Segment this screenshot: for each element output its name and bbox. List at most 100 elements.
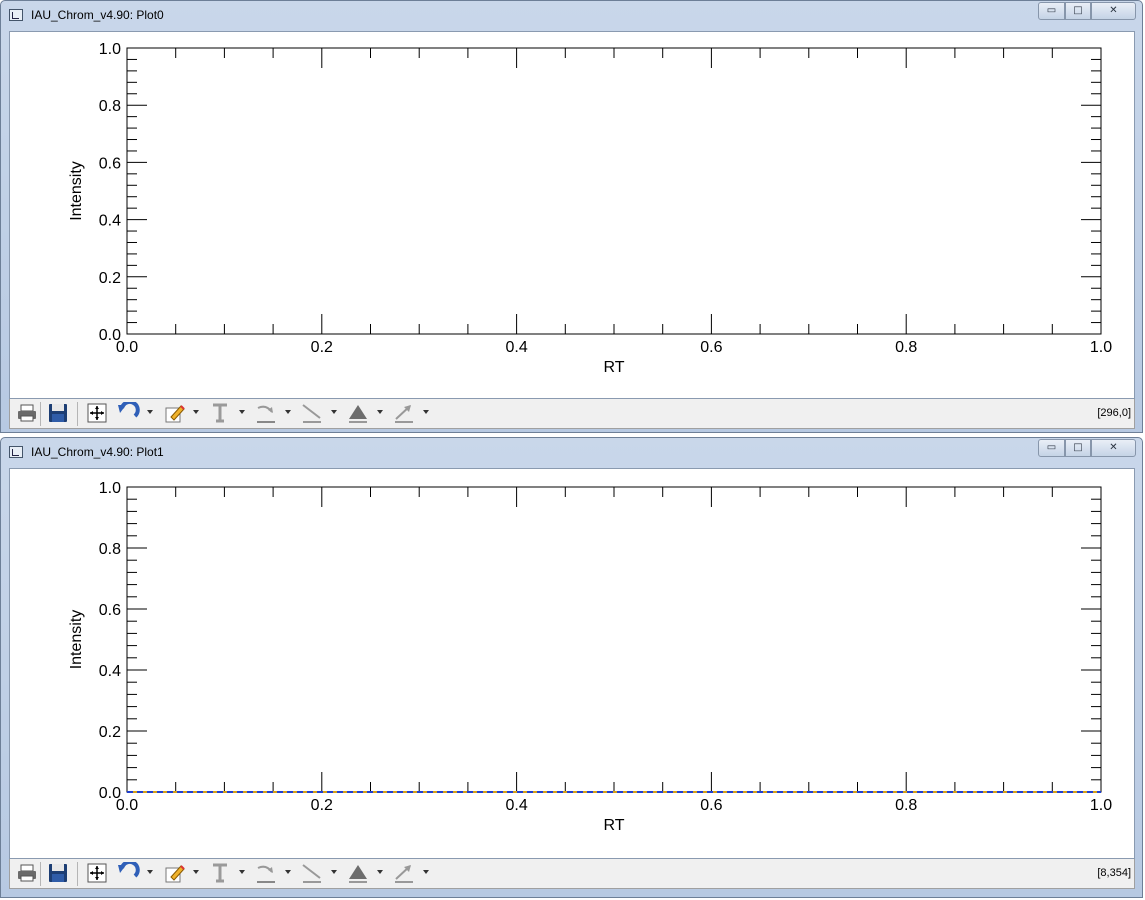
line-tool-icon — [254, 862, 278, 884]
chevron-down-icon[interactable] — [193, 870, 199, 874]
x-tick-label: 1.0 — [1090, 339, 1112, 356]
reset-view-icon — [86, 402, 108, 424]
triangle-button[interactable] — [346, 402, 370, 424]
undo-button[interactable] — [116, 862, 140, 884]
y-tick-label: 0.8 — [99, 541, 121, 558]
edit-pencil-button[interactable] — [162, 862, 186, 884]
print-button[interactable] — [15, 402, 39, 424]
save-button[interactable] — [46, 862, 70, 884]
triangle-icon — [346, 862, 370, 884]
x-axis-label: RT — [603, 817, 624, 834]
window-title: IAU_Chrom_v4.90: Plot1 — [31, 445, 164, 459]
chevron-down-icon[interactable] — [423, 410, 429, 414]
arrow-icon — [392, 862, 416, 884]
save-icon — [47, 402, 69, 424]
edit-pencil-icon — [163, 402, 185, 424]
y-tick-label: 0.4 — [99, 213, 121, 230]
y-tick-label: 0.8 — [99, 98, 121, 115]
toolbar-separator — [77, 402, 78, 426]
chevron-down-icon[interactable] — [239, 870, 245, 874]
text-icon — [209, 862, 231, 884]
cursor-coordinates: [296,0] — [1097, 407, 1131, 419]
plot-frame — [126, 47, 1102, 335]
chevron-down-icon[interactable] — [331, 410, 337, 414]
close-button[interactable]: ✕ — [1091, 439, 1136, 457]
y-tick-label: 0.2 — [99, 724, 121, 741]
y-tick-label: 0.6 — [99, 155, 121, 172]
plot-toolbar: [8,354] — [9, 859, 1135, 889]
toolbar-separator — [40, 862, 41, 886]
app-icon — [9, 446, 23, 458]
toolbar-separator — [40, 402, 41, 426]
diagonal-line-icon — [300, 402, 324, 424]
diagonal-line-icon — [300, 862, 324, 884]
print-button[interactable] — [15, 862, 39, 884]
chevron-down-icon[interactable] — [285, 870, 291, 874]
maximize-button[interactable]: □ — [1065, 2, 1091, 20]
undo-icon — [116, 402, 140, 424]
title-bar[interactable]: IAU_Chrom_v4.90: Plot1 ▭ □ ✕ — [1, 438, 1142, 466]
chevron-down-icon[interactable] — [423, 870, 429, 874]
y-tick-label: 0.0 — [99, 327, 121, 344]
x-tick-label: 0.8 — [895, 797, 917, 814]
edit-pencil-button[interactable] — [162, 402, 186, 424]
diagonal-line-button[interactable] — [300, 862, 324, 884]
chevron-down-icon[interactable] — [193, 410, 199, 414]
chart-plot0[interactable]: 0.0 0.2 0.4 0.6 0.8 1.00.00.20.40.60.81.0RTIn… — [10, 32, 1134, 398]
x-tick-label: 0.6 — [700, 797, 722, 814]
chevron-down-icon[interactable] — [377, 870, 383, 874]
text-icon — [209, 402, 231, 424]
print-icon — [16, 403, 38, 423]
save-button[interactable] — [46, 402, 70, 424]
y-tick-label: 1.0 — [99, 480, 121, 497]
line-tool-button[interactable] — [254, 402, 278, 424]
app-icon — [9, 9, 23, 21]
print-icon — [16, 863, 38, 883]
chevron-down-icon[interactable] — [147, 410, 153, 414]
chevron-down-icon[interactable] — [285, 410, 291, 414]
window-title: IAU_Chrom_v4.90: Plot0 — [31, 8, 164, 22]
x-tick-label: 0.8 — [895, 339, 917, 356]
line-tool-icon — [254, 402, 278, 424]
y-axis-label: Intensity — [68, 610, 85, 670]
diagonal-line-button[interactable] — [300, 402, 324, 424]
toolbar-separator — [77, 862, 78, 886]
text-button[interactable] — [208, 862, 232, 884]
arrow-button[interactable] — [392, 402, 416, 424]
minimize-button[interactable]: ▭ — [1038, 439, 1065, 457]
arrow-button[interactable] — [392, 862, 416, 884]
close-button[interactable]: ✕ — [1091, 2, 1136, 20]
x-tick-label: 0.4 — [505, 339, 527, 356]
chart-plot1[interactable]: 0.0 0.2 0.4 0.6 0.8 1.00.00.20.40.60.81.0RTIn… — [10, 469, 1134, 858]
reset-view-icon — [86, 862, 108, 884]
y-tick-label: 1.0 — [99, 41, 121, 58]
triangle-button[interactable] — [346, 862, 370, 884]
x-tick-label: 0.6 — [700, 339, 722, 356]
x-tick-label: 1.0 — [1090, 797, 1112, 814]
plot-toolbar: [296,0] — [9, 399, 1135, 429]
plot-area[interactable]: 0.0 0.2 0.4 0.6 0.8 1.0 0.0 0.2 0.4 0.6 0.8 1.0 RT In… — [9, 468, 1135, 859]
minimize-button[interactable]: ▭ — [1038, 2, 1065, 20]
plot-area[interactable]: 0.0 0.2 0.4 0.6 0.8 1.0 0.0 0.2 0.4 0.6 0.8 1.0 RT In… — [9, 31, 1135, 399]
chevron-down-icon[interactable] — [147, 870, 153, 874]
reset-view-button[interactable] — [85, 862, 109, 884]
chevron-down-icon[interactable] — [239, 410, 245, 414]
line-tool-button[interactable] — [254, 862, 278, 884]
undo-button[interactable] — [116, 402, 140, 424]
text-button[interactable] — [208, 402, 232, 424]
arrow-icon — [392, 402, 416, 424]
reset-view-button[interactable] — [85, 402, 109, 424]
plot-frame — [126, 486, 1102, 793]
y-tick-label: 0.4 — [99, 663, 121, 680]
save-icon — [47, 862, 69, 884]
x-axis-label: RT — [603, 359, 624, 376]
chevron-down-icon[interactable] — [331, 870, 337, 874]
x-tick-label: 0.2 — [311, 797, 333, 814]
maximize-button[interactable]: □ — [1065, 439, 1091, 457]
title-bar[interactable]: IAU_Chrom_v4.90: Plot0 ▭ □ ✕ — [1, 1, 1142, 29]
undo-icon — [116, 862, 140, 884]
y-tick-label: 0.0 — [99, 785, 121, 802]
chevron-down-icon[interactable] — [377, 410, 383, 414]
edit-pencil-icon — [163, 862, 185, 884]
plot-window-1: IAU_Chrom_v4.90: Plot1 ▭ □ ✕ 0.0 0.2 0.4 0.… — [0, 437, 1143, 898]
